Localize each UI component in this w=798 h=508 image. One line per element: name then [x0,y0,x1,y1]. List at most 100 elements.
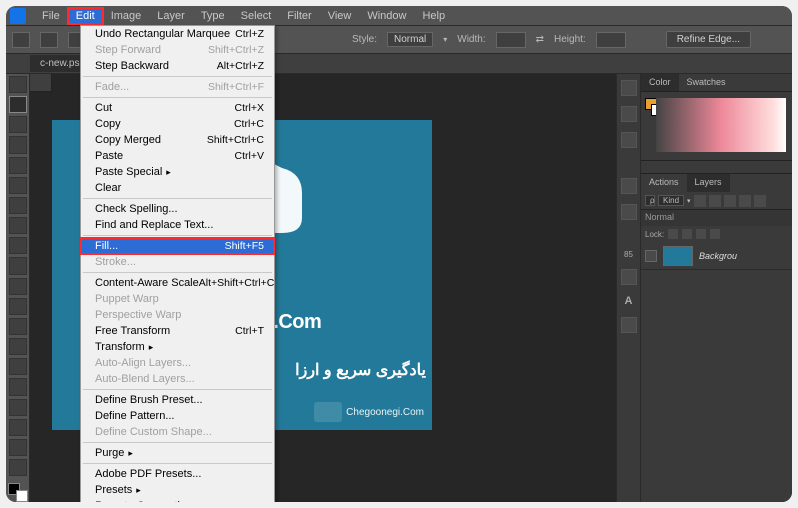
styles-panel-icon[interactable] [621,269,637,285]
panel-collapse-strip[interactable] [641,160,792,174]
gradient-tool-icon[interactable] [9,298,27,315]
hand-tool-icon[interactable] [9,439,27,456]
menu-view[interactable]: View [320,8,360,24]
menu-item-check-spelling[interactable]: Check Spelling... [81,201,274,217]
menu-item-content-aware-scale[interactable]: Content-Aware ScaleAlt+Shift+Ctrl+C [81,275,274,291]
height-input[interactable] [596,32,626,48]
layer-name[interactable]: Backgrou [699,251,737,261]
menu-window[interactable]: Window [359,8,414,24]
clone-panel-icon[interactable] [621,132,637,148]
menu-item-find-and-replace-text[interactable]: Find and Replace Text... [81,217,274,233]
menu-item-transform[interactable]: Transform [81,339,274,355]
stamp-tool-icon[interactable] [9,237,27,254]
lasso-tool-icon[interactable] [9,116,27,133]
app-window: File Edit Image Layer Type Select Filter… [6,6,792,502]
layer-thumbnail[interactable] [663,246,693,266]
menu-type[interactable]: Type [193,8,233,24]
right-panels: 85 A Color Swatches Actions L [616,74,792,502]
menu-filter[interactable]: Filter [279,8,319,24]
menu-help[interactable]: Help [414,8,453,24]
watermark: Chegoonegi.Com [314,402,424,422]
tab-layers[interactable]: Layers [687,174,730,192]
layer-row-background[interactable]: Backgrou [641,242,792,270]
blur-tool-icon[interactable] [9,318,27,335]
filter-adjust-icon[interactable] [709,195,721,207]
pen-tool-icon[interactable] [9,358,27,375]
tool-preset-icon[interactable] [12,32,30,48]
history-brush-tool-icon[interactable] [9,257,27,274]
path-tool-icon[interactable] [9,399,27,416]
crop-tool-icon[interactable] [9,157,27,174]
width-input[interactable] [496,32,526,48]
menu-item-stroke: Stroke... [81,254,274,270]
lock-pos-icon[interactable] [696,229,706,239]
brush-tool-icon[interactable] [9,217,27,234]
tagline-text: یادگیری سریع و ارزا [295,360,426,380]
wand-tool-icon[interactable] [9,136,27,153]
layers-panel-tabs: Actions Layers [641,174,792,192]
lock-all-icon[interactable] [710,229,720,239]
menu-item-purge[interactable]: Purge [81,445,274,461]
adjust-panel-icon[interactable] [621,317,637,333]
marquee-rect-icon[interactable] [40,32,58,48]
refine-edge-button[interactable]: Refine Edge... [666,31,751,48]
menu-item-clear[interactable]: Clear [81,180,274,196]
menu-item-free-transform[interactable]: Free TransformCtrl+T [81,323,274,339]
zoom-tool-icon[interactable] [9,459,27,476]
menu-item-copy[interactable]: CopyCtrl+C [81,116,274,132]
eyedropper-tool-icon[interactable] [9,177,27,194]
tab-actions[interactable]: Actions [641,174,687,192]
menu-item-paste-special[interactable]: Paste Special [81,164,274,180]
char-panel-icon[interactable] [621,178,637,194]
menu-image[interactable]: Image [103,8,150,24]
menu-item-undo-rectangular-marquee[interactable]: Undo Rectangular MarqueeCtrl+Z [81,26,274,42]
history-panel-icon[interactable] [621,80,637,96]
lock-bar: Lock: [641,226,792,242]
menu-item-auto-align-layers: Auto-Align Layers... [81,355,274,371]
menu-item-define-brush-preset[interactable]: Define Brush Preset... [81,392,274,408]
style-select[interactable]: Normal [387,32,433,47]
background-color[interactable] [16,490,28,502]
brush-panel-icon[interactable] [621,106,637,122]
dodge-tool-icon[interactable] [9,338,27,355]
menu-item-cut[interactable]: CutCtrl+X [81,100,274,116]
menu-item-copy-merged[interactable]: Copy MergedShift+Ctrl+C [81,132,274,148]
menu-edit[interactable]: Edit [68,8,103,24]
layer-filter-kind[interactable]: Kind [658,195,684,206]
link-icon[interactable]: ⇄ [536,34,544,45]
dock-label-a: A [625,295,633,307]
filter-pixel-icon[interactable] [694,195,706,207]
filter-smart-icon[interactable] [754,195,766,207]
menu-item-presets[interactable]: Presets [81,482,274,498]
para-panel-icon[interactable] [621,204,637,220]
shape-tool-icon[interactable] [9,419,27,436]
blend-mode-select[interactable]: Normal [641,210,792,226]
type-tool-icon[interactable] [9,378,27,395]
dock-label-85: 85 [624,250,633,259]
menu-item-step-backward[interactable]: Step BackwardAlt+Ctrl+Z [81,58,274,74]
move-tool-icon[interactable] [9,76,27,93]
filter-type-icon[interactable] [724,195,736,207]
menu-item-define-pattern[interactable]: Define Pattern... [81,408,274,424]
color-ramp[interactable] [656,98,786,152]
app-icon [10,8,26,24]
filter-shape-icon[interactable] [739,195,751,207]
menu-item-adobe-pdf-presets[interactable]: Adobe PDF Presets... [81,466,274,482]
menu-layer[interactable]: Layer [149,8,193,24]
lock-pixel-icon[interactable] [682,229,692,239]
visibility-icon[interactable] [645,250,657,262]
color-panel[interactable] [641,92,792,160]
color-swatch[interactable] [8,483,28,502]
marquee-tool-icon[interactable] [9,96,27,113]
menu-select[interactable]: Select [233,8,280,24]
tab-swatches[interactable]: Swatches [679,74,734,91]
tab-color[interactable]: Color [641,74,679,91]
style-label: Style: [352,34,377,45]
lock-trans-icon[interactable] [668,229,678,239]
menu-item-remote-connections[interactable]: Remote Connections... [81,498,274,502]
eraser-tool-icon[interactable] [9,278,27,295]
menu-item-paste[interactable]: PasteCtrl+V [81,148,274,164]
menu-item-fill[interactable]: Fill...Shift+F5 [81,238,274,254]
heal-tool-icon[interactable] [9,197,27,214]
menu-file[interactable]: File [34,8,68,24]
